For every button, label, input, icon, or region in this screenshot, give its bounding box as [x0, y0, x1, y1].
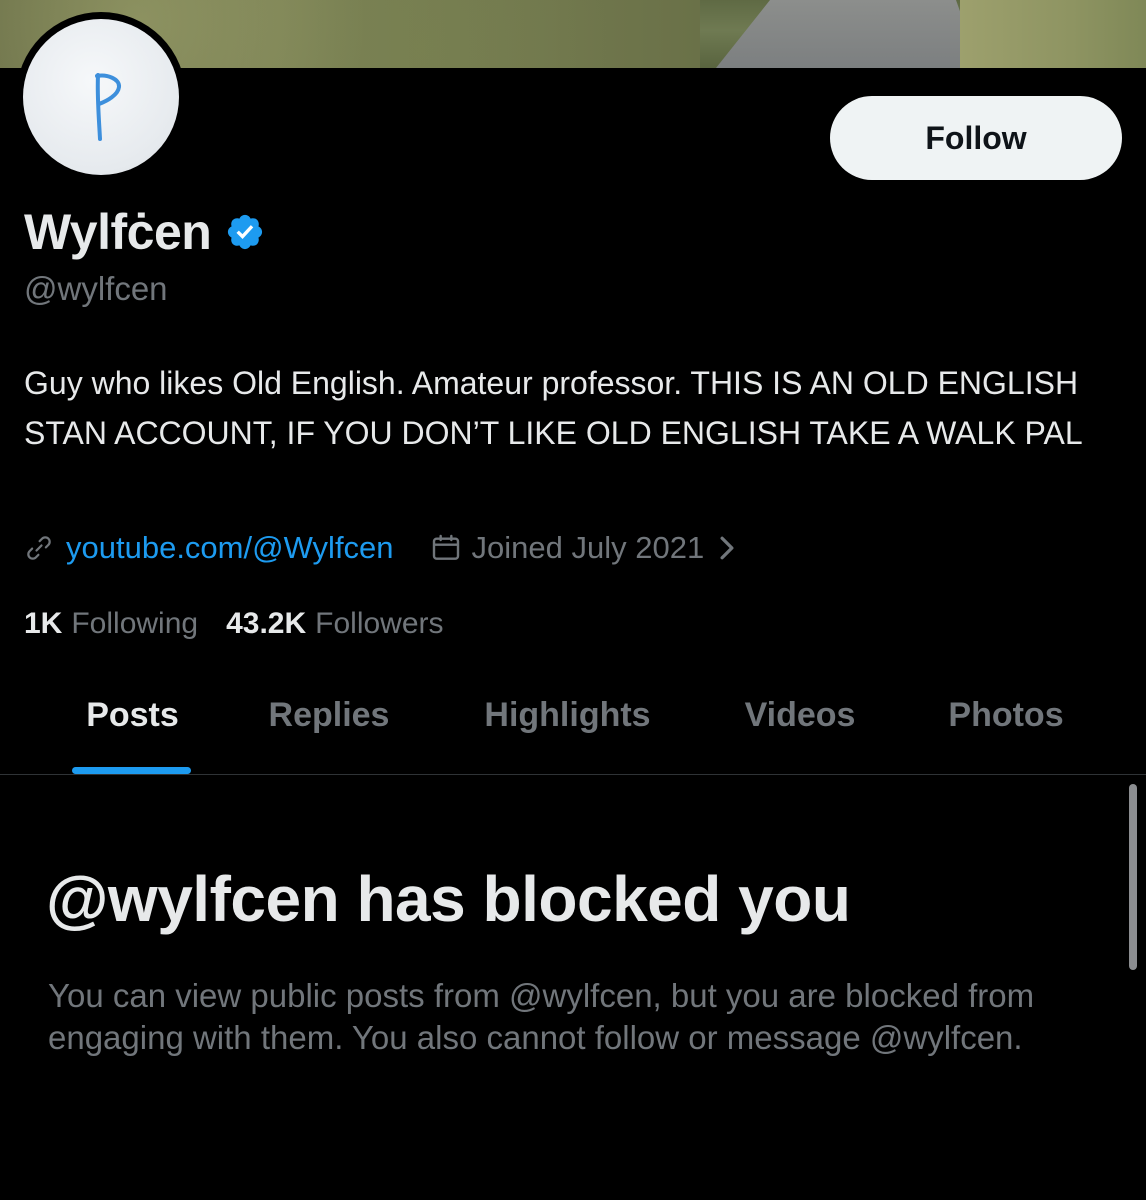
tab-posts-label: Posts [86, 696, 179, 734]
verified-badge-icon[interactable] [225, 212, 265, 252]
profile-tabs: Posts Replies Highlights Videos Photos [0, 680, 1146, 775]
wynn-rune-icon [95, 73, 121, 141]
tab-posts[interactable]: Posts [60, 680, 205, 774]
tab-replies-label: Replies [268, 696, 390, 734]
calendar-icon [432, 534, 459, 560]
followers-count: 43.2K [226, 607, 307, 640]
tab-replies[interactable]: Replies [245, 680, 413, 774]
banner-grass-right [960, 0, 1146, 68]
display-name: Wylfċen [24, 204, 212, 260]
tab-highlights-label: Highlights [484, 696, 651, 734]
following-count: 1K [24, 607, 63, 640]
blocked-title: @wylfcen has blocked you [46, 863, 851, 935]
avatar[interactable] [16, 12, 186, 182]
blocked-description: You can view public posts from @wylfcen,… [48, 977, 1035, 1056]
avatar-image [23, 19, 179, 175]
profile-meta: youtube.com/@Wylfcen Joined July 2021 [24, 525, 738, 571]
name-row: Wylfċen [24, 200, 265, 264]
followers-label: Followers [315, 607, 444, 640]
tab-videos-label: Videos [744, 696, 856, 734]
followers-link[interactable]: 43.2K Followers [226, 607, 443, 641]
scrollbar-thumb[interactable] [1129, 784, 1137, 970]
joined-date[interactable]: Joined July 2021 [472, 530, 705, 566]
following-label: Following [71, 607, 199, 640]
following-link[interactable]: 1K Following [24, 607, 198, 641]
tab-photos[interactable]: Photos [920, 680, 1092, 774]
profile-handle: @wylfcen [24, 270, 168, 307]
tab-photos-label: Photos [948, 696, 1064, 734]
tab-videos[interactable]: Videos [720, 680, 880, 774]
link-icon [27, 536, 51, 560]
follow-button[interactable]: Follow [830, 96, 1122, 180]
follow-stats: 1K Following 43.2K Followers [24, 602, 444, 646]
website-link[interactable]: youtube.com/@Wylfcen [66, 530, 394, 566]
banner-path [716, 0, 980, 68]
profile-bio: Guy who likes Old English. Amateur profe… [24, 365, 1083, 451]
active-tab-indicator [72, 767, 191, 774]
tab-highlights[interactable]: Highlights [460, 680, 675, 774]
chevron-right-icon[interactable] [716, 535, 738, 561]
